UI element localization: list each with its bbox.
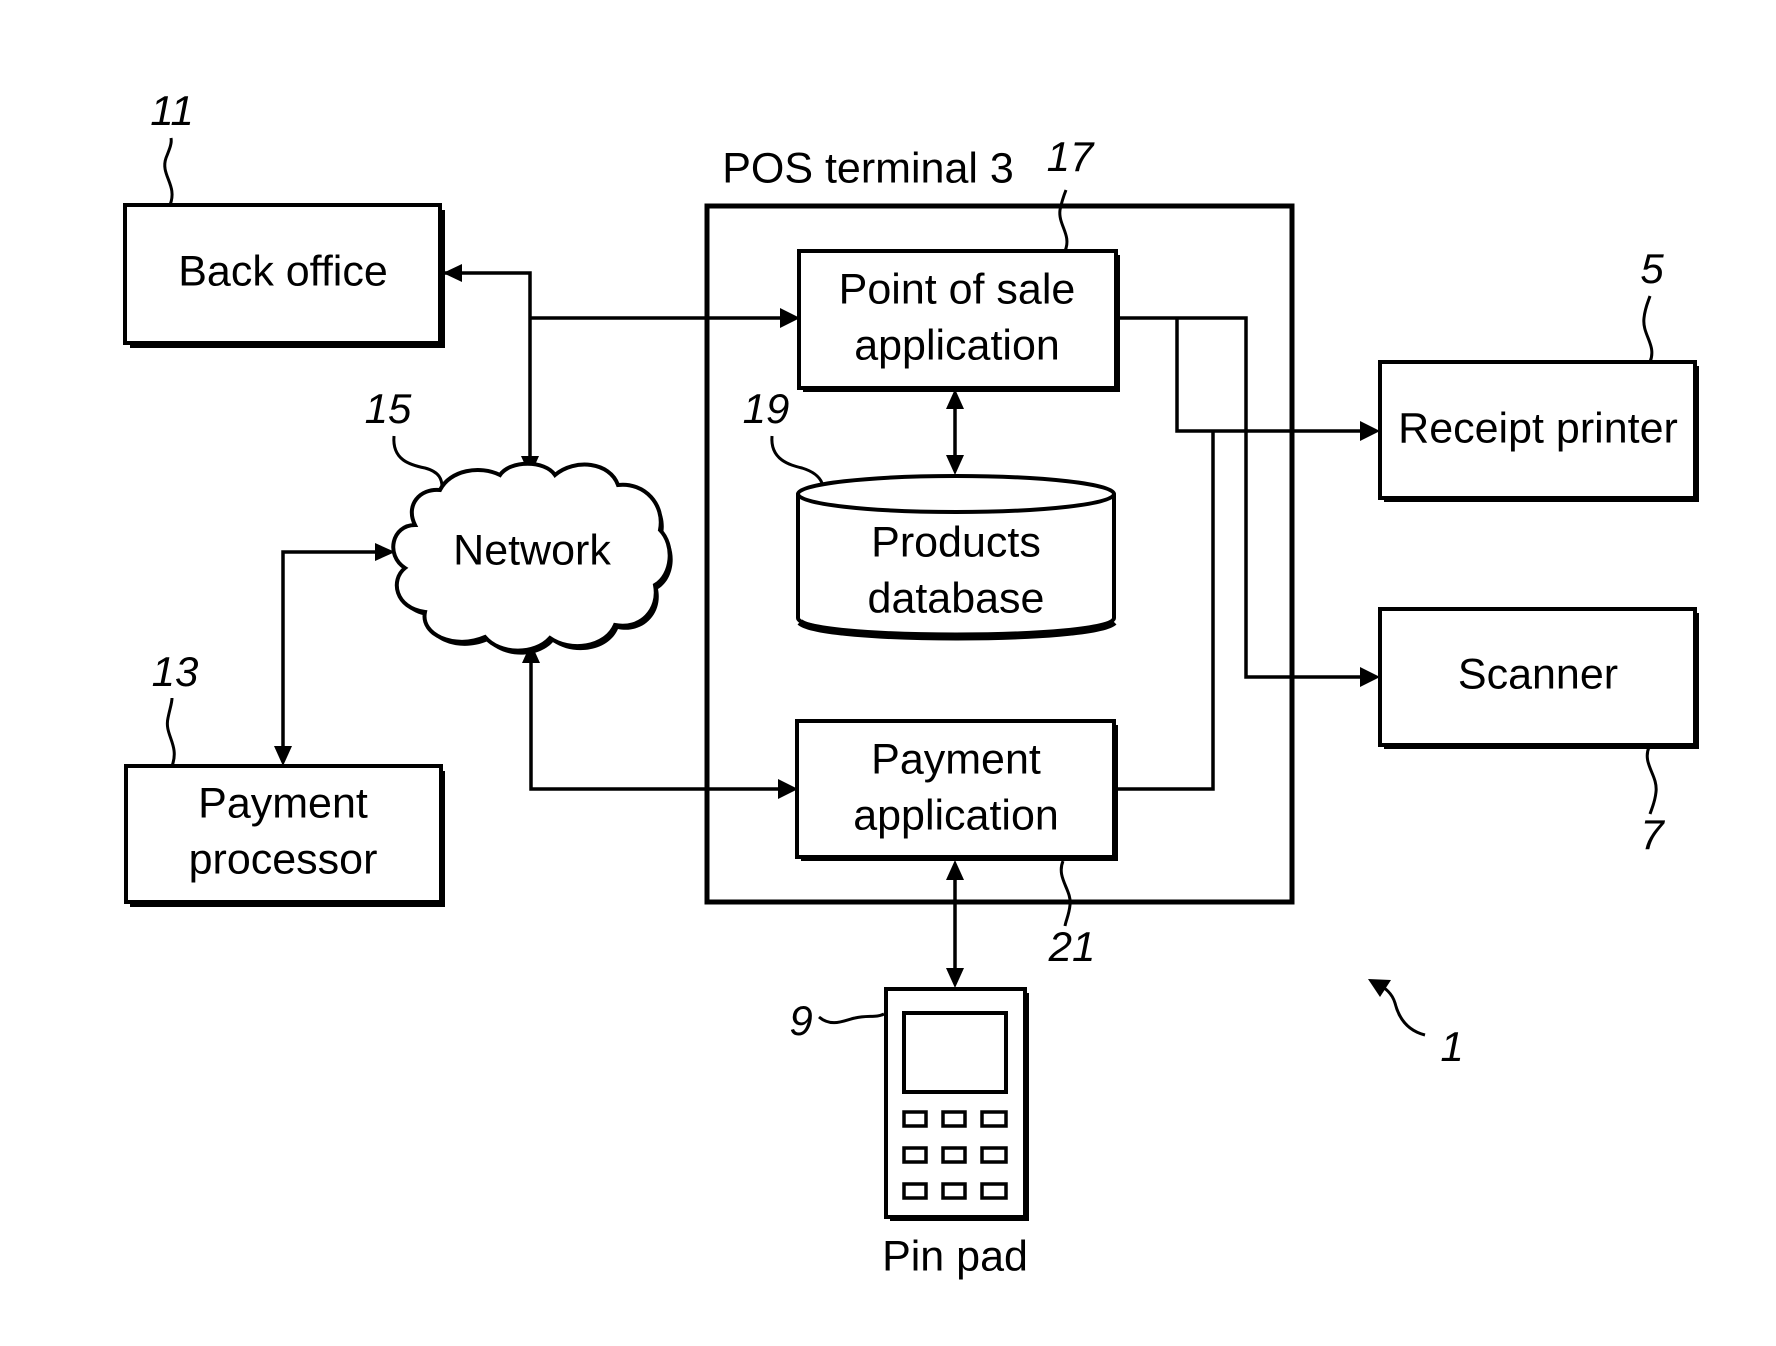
- pin-pad-key: [980, 1110, 1008, 1128]
- pin-pad-leader: [818, 1012, 885, 1025]
- connector-backoffice-network: [443, 271, 532, 468]
- pos-application-label-line2: application: [854, 321, 1060, 369]
- back-office-node: Back office 11: [123, 87, 445, 348]
- pin-pad-keypad: [902, 1110, 1008, 1200]
- scanner-label: Scanner: [1458, 650, 1618, 698]
- products-database-leader: [770, 435, 824, 484]
- figure-ref-pointer: [1377, 982, 1426, 1037]
- pin-pad-key: [980, 1182, 1008, 1200]
- pin-pad-key: [941, 1182, 967, 1200]
- products-database-label-line1: Products: [871, 518, 1041, 566]
- pin-pad-key: [902, 1182, 928, 1200]
- payment-application-leader: [1059, 860, 1072, 927]
- back-office-label: Back office: [178, 247, 388, 295]
- payment-processor-ref: 13: [152, 648, 199, 695]
- connector-pos-app-printer: [1175, 318, 1370, 433]
- connector-payment-app-printer: [1115, 431, 1215, 791]
- arrowhead-database-top: [946, 455, 964, 475]
- network-label: Network: [453, 526, 611, 574]
- payment-application-label-line2: application: [853, 791, 1059, 839]
- network-ref: 15: [365, 385, 412, 432]
- scanner-ref: 7: [1640, 811, 1665, 858]
- products-database-label-line2: database: [868, 574, 1045, 622]
- payment-processor-label-line1: Payment: [198, 779, 368, 827]
- pos-application-leader: [1058, 189, 1069, 252]
- pin-pad-screen: [902, 1011, 1008, 1094]
- products-database-node: Products database 19: [743, 385, 1117, 641]
- arrowhead-printer-in: [1360, 421, 1380, 441]
- arrowhead-payment-processor: [274, 746, 292, 766]
- scanner-node: Scanner 7: [1378, 607, 1699, 858]
- figure-reference: 1: [1368, 979, 1464, 1070]
- pin-pad-label: Pin pad: [882, 1232, 1028, 1280]
- pin-pad-ref: 9: [789, 997, 812, 1044]
- database-cylinder-top: [796, 474, 1116, 514]
- system-diagram: POS terminal 3 Back office 11 Payment pr…: [123, 87, 1699, 1280]
- connector-network-payment-app: [529, 652, 788, 791]
- arrowhead-payment-app-bottom: [946, 860, 964, 880]
- pin-pad-node: Pin pad 9: [789, 987, 1029, 1280]
- payment-application-node: Payment application 21: [795, 719, 1118, 970]
- payment-application-label-line1: Payment: [871, 735, 1041, 783]
- network-leader: [392, 435, 444, 488]
- back-office-leader: [163, 137, 174, 206]
- pin-pad-key: [941, 1110, 967, 1128]
- receipt-printer-label: Receipt printer: [1398, 404, 1678, 452]
- receipt-printer-leader: [1642, 295, 1654, 363]
- back-office-ref: 11: [150, 87, 194, 134]
- pin-pad-key: [902, 1110, 928, 1128]
- payment-processor-node: Payment processor 13: [124, 648, 445, 907]
- receipt-printer-node: Receipt printer 5: [1378, 245, 1699, 502]
- pos-application-ref: 17: [1047, 133, 1095, 180]
- pin-pad-key: [941, 1146, 967, 1164]
- pos-terminal-label: POS terminal 3: [722, 144, 1014, 192]
- network-node: Network 15: [365, 385, 673, 655]
- payment-application-ref: 21: [1048, 923, 1096, 970]
- scanner-leader: [1645, 746, 1658, 815]
- payment-processor-label-line2: processor: [189, 835, 378, 883]
- products-database-ref: 19: [743, 385, 790, 432]
- receipt-printer-ref: 5: [1640, 245, 1664, 292]
- pin-pad-key: [902, 1146, 928, 1164]
- arrowhead-back-office: [443, 264, 462, 282]
- payment-processor-leader: [165, 697, 176, 767]
- pin-pad-key: [980, 1146, 1008, 1164]
- figure-ref-arrowhead: [1368, 979, 1391, 997]
- pos-application-label-line1: Point of sale: [839, 265, 1076, 313]
- connector-processor-network: [281, 550, 385, 757]
- arrowhead-pin-pad-top: [946, 968, 964, 988]
- arrowhead-scanner-in: [1360, 667, 1380, 687]
- connector-pos-app-scanner: [1116, 316, 1370, 679]
- figure-ref-number: 1: [1440, 1023, 1463, 1070]
